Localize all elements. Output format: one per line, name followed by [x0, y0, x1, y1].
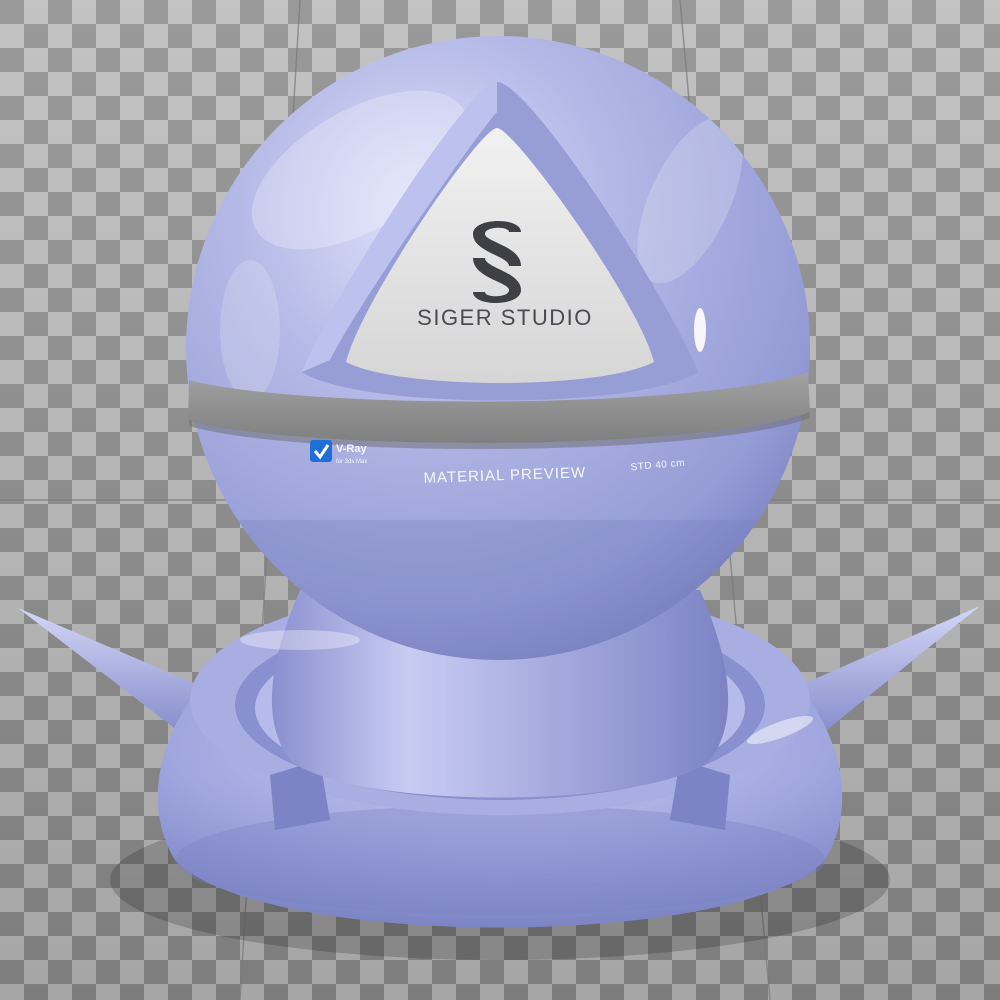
vray-check-icon	[310, 440, 332, 462]
render-canvas: SIGER STUDIO V-Ray for 3ds Max MATERIAL …	[0, 0, 1000, 1000]
material-preview-render: SIGER STUDIO V-Ray for 3ds Max MATERIAL …	[0, 0, 1000, 1000]
vray-title: V-Ray	[336, 443, 367, 455]
vray-subtitle: for 3ds Max	[336, 459, 367, 465]
brand-text: SIGER STUDIO	[417, 305, 593, 330]
